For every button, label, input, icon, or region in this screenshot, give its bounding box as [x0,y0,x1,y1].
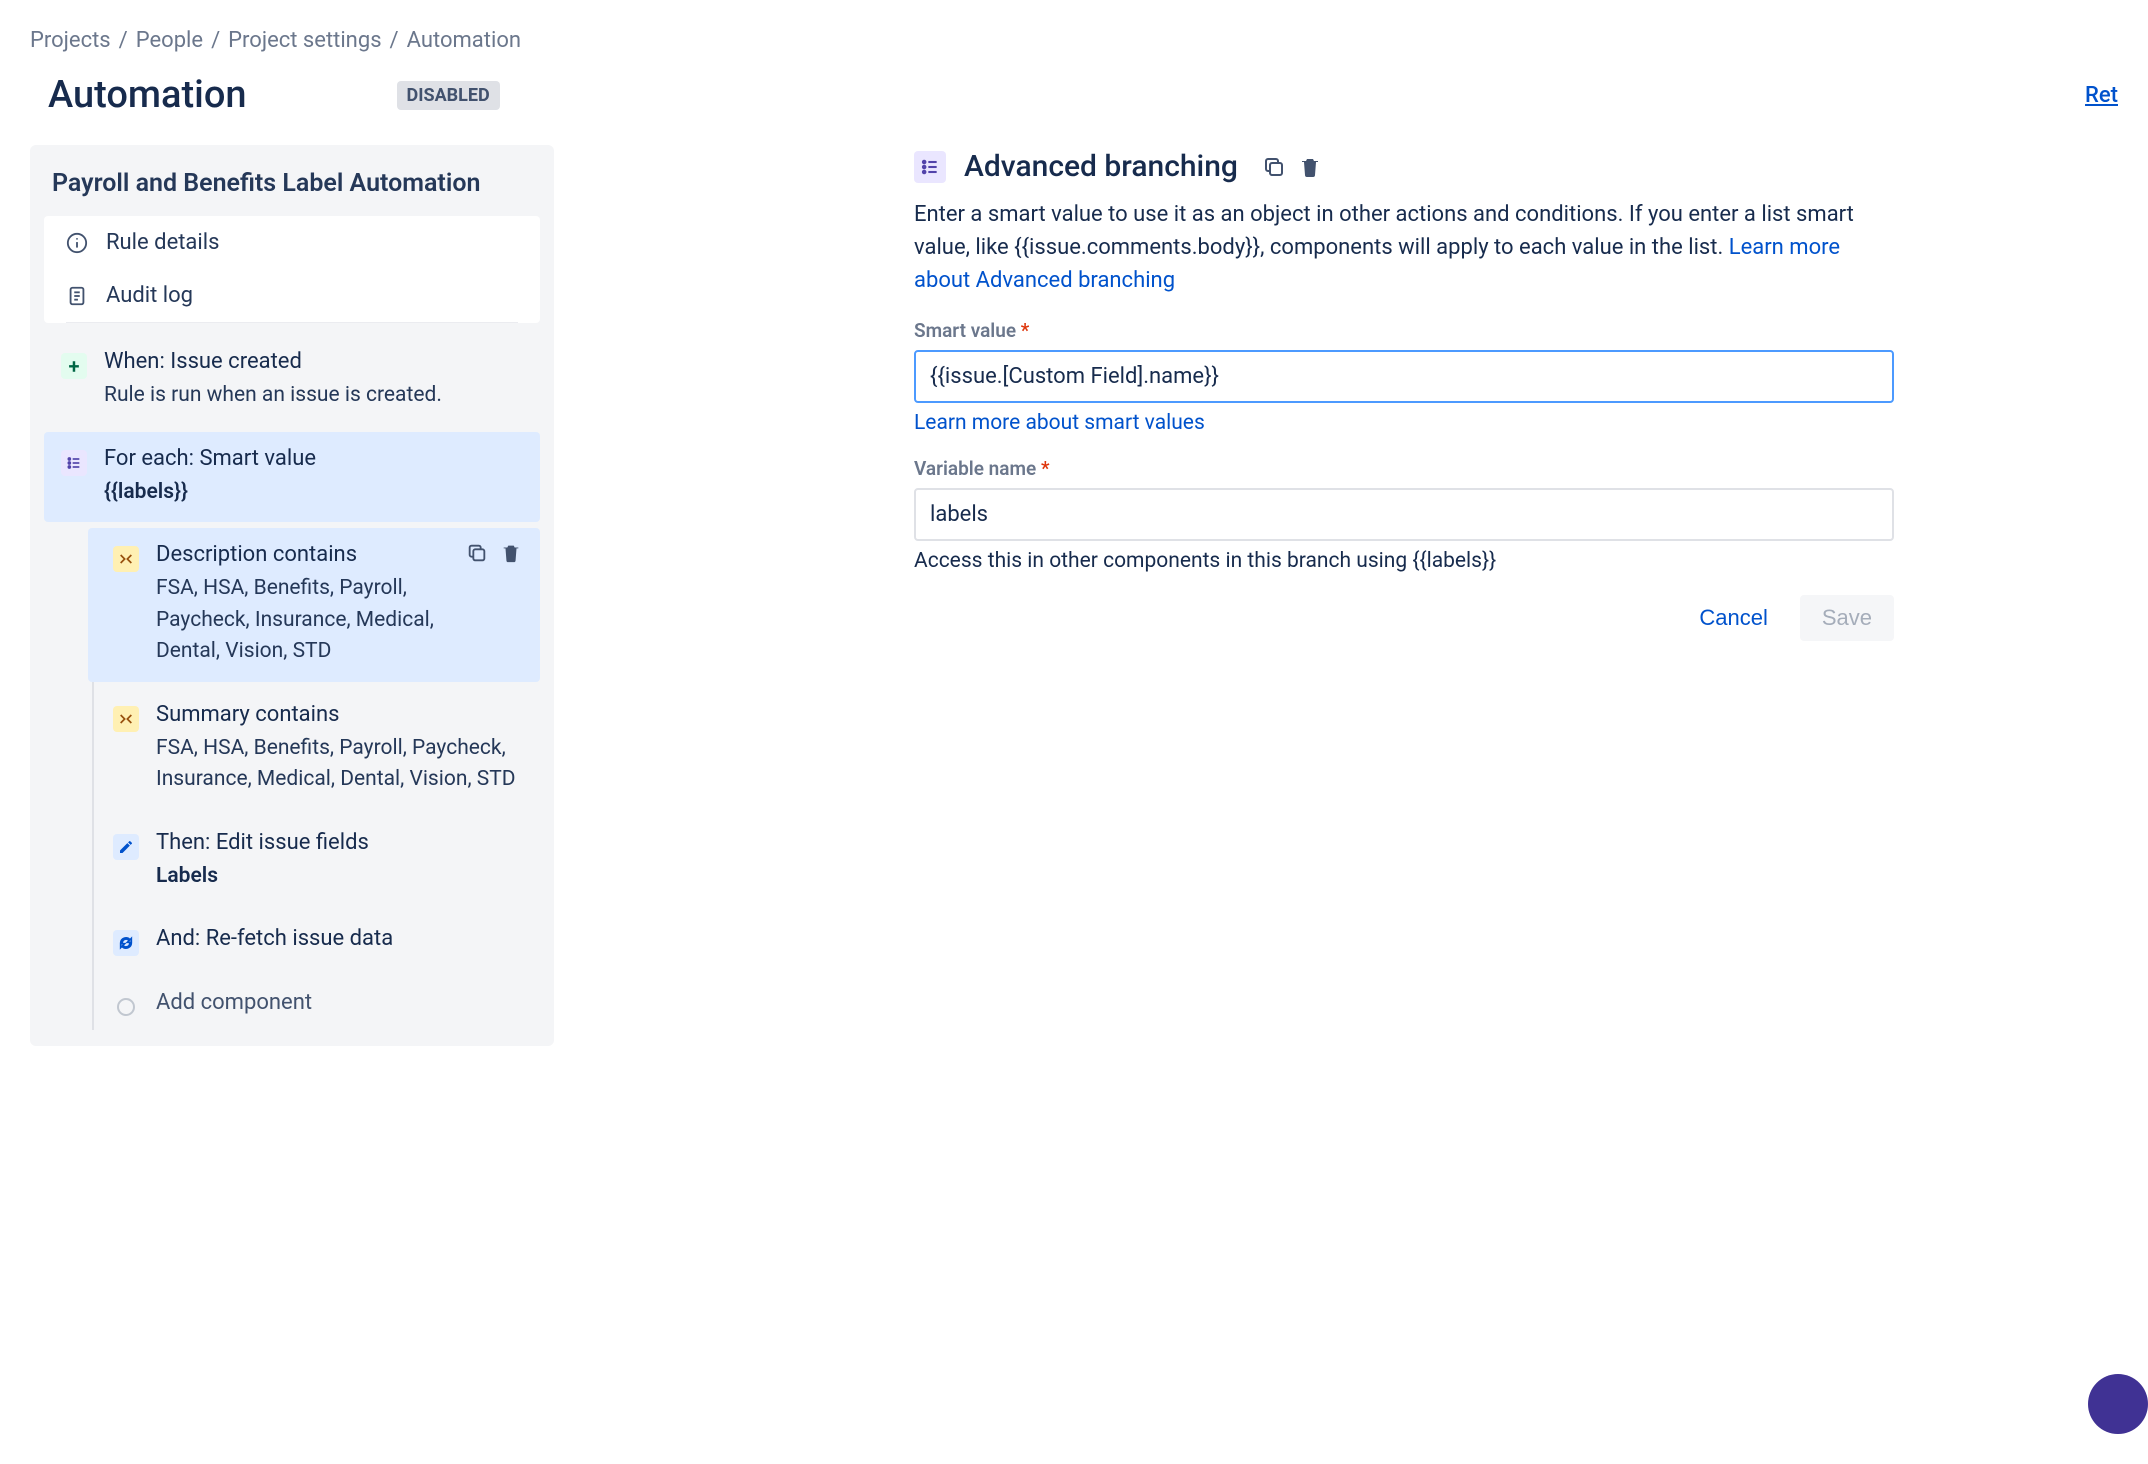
list-icon [914,151,946,183]
breadcrumb-people[interactable]: People [136,28,203,53]
trash-icon[interactable] [1298,155,1322,179]
condition-icon [113,706,139,732]
status-badge: DISABLED [397,81,500,110]
breadcrumb-project-settings[interactable]: Project settings [228,28,381,53]
detail-description: Enter a smart value to use it as an obje… [914,198,1894,297]
audit-log-label: Audit log [106,283,193,308]
add-component-node[interactable]: Add component [88,976,540,1030]
breadcrumb-projects[interactable]: Projects [30,28,111,53]
condition2-subtitle: FSA, HSA, Benefits, Payroll, Paycheck, I… [156,733,524,796]
rule-details-link[interactable]: Rule details [44,216,540,269]
refresh-icon [113,930,139,956]
trigger-subtitle: Rule is run when an issue is created. [104,380,524,412]
list-icon [61,450,87,476]
trash-icon[interactable] [500,542,522,564]
variable-name-label: Variable name * [914,457,1894,480]
page-title: Automation [48,73,247,117]
copy-icon[interactable] [1262,155,1286,179]
variable-name-help: Access this in other components in this … [914,549,1894,573]
smart-value-input[interactable] [914,350,1894,403]
learn-more-smart-values-link[interactable]: Learn more about smart values [914,411,1205,435]
breadcrumb-automation[interactable]: Automation [407,28,521,53]
condition2-title: Summary contains [156,702,524,727]
detail-title: Advanced branching [964,149,1238,184]
add-component-label: Add component [156,990,524,1015]
trigger-node[interactable]: + When: Issue created Rule is run when a… [44,335,540,426]
copy-icon[interactable] [466,542,488,564]
smart-value-label: Smart value * [914,319,1894,342]
rule-panel: Payroll and Benefits Label Automation Ru… [30,145,554,1046]
audit-log-link[interactable]: Audit log [44,269,540,322]
info-icon [66,232,88,254]
condition1-subtitle: FSA, HSA, Benefits, Payroll, Paycheck, I… [156,573,444,668]
save-button[interactable]: Save [1800,595,1894,641]
cancel-button[interactable]: Cancel [1685,595,1781,641]
action-edit-node[interactable]: Then: Edit issue fields Labels [88,816,540,907]
clipboard-icon [66,285,88,307]
circle-icon [117,998,135,1016]
return-link[interactable]: Ret [2085,83,2118,108]
trigger-title: When: Issue created [104,349,524,374]
branch-title: For each: Smart value [104,446,524,471]
pencil-icon [113,834,139,860]
action2-title: And: Re-fetch issue data [156,926,524,951]
condition-summary-node[interactable]: Summary contains FSA, HSA, Benefits, Pay… [88,688,540,810]
branch-node[interactable]: For each: Smart value {{labels}} [44,432,540,523]
detail-panel: Advanced branching Enter a smart value t… [914,145,1894,641]
breadcrumb: Projects / People / Project settings / A… [30,28,2118,53]
action1-subtitle: Labels [156,861,524,893]
condition1-title: Description contains [156,542,444,567]
variable-name-input[interactable] [914,488,1894,541]
rule-name: Payroll and Benefits Label Automation [30,145,554,216]
rule-details-label: Rule details [106,230,219,255]
action-refetch-node[interactable]: And: Re-fetch issue data [88,912,540,970]
action1-title: Then: Edit issue fields [156,830,524,855]
condition-description-node[interactable]: Description contains FSA, HSA, Benefits,… [88,528,540,682]
plus-icon: + [61,353,87,379]
branch-value: {{labels}} [104,477,524,509]
help-fab[interactable] [2088,1374,2148,1434]
condition-icon [113,546,139,572]
